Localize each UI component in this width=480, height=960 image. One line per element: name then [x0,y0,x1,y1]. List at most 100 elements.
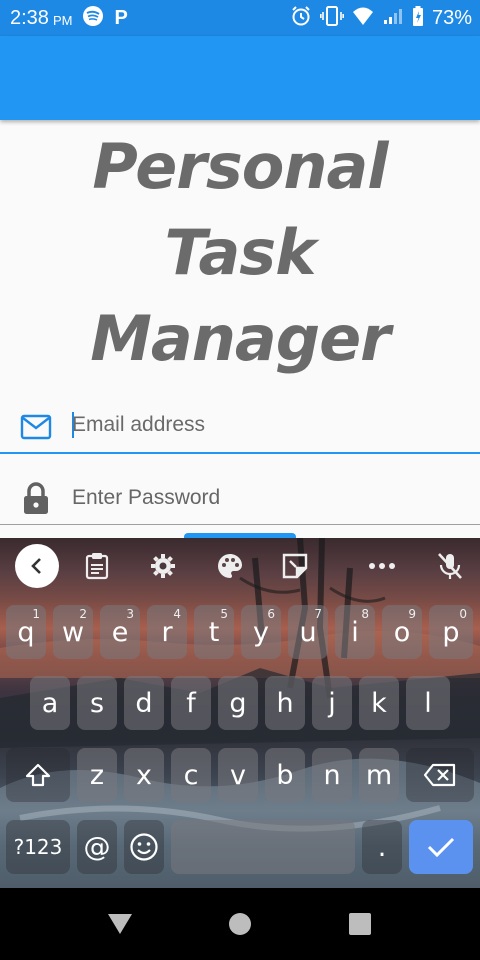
key-c[interactable]: c [171,748,211,802]
check-icon [427,837,455,858]
theme-button[interactable] [208,544,252,588]
lock-icon [22,482,50,520]
keyboard-collapse-button[interactable] [15,544,59,588]
key-p[interactable]: p0 [429,605,473,659]
key-m[interactable]: m [359,748,399,802]
key-f[interactable]: f [171,676,211,730]
key-label: o [393,616,411,648]
home-button[interactable] [226,910,254,938]
key-u[interactable]: u7 [288,605,328,659]
password-field[interactable]: Enter Password [0,468,480,532]
app-title: Personal Task Manager [0,124,480,382]
mail-icon [20,414,52,444]
settings-button[interactable] [141,544,185,588]
p-icon: P [114,6,128,29]
backspace-key[interactable] [406,748,474,802]
title-line-2: Task [164,216,317,289]
key-label: i [351,616,359,648]
voice-input-button[interactable] [428,544,472,588]
symbols-key[interactable]: ?123 [6,820,70,874]
triangle-down-icon [108,914,132,934]
key-a[interactable]: a [30,676,70,730]
key-t[interactable]: t5 [194,605,234,659]
key-hint: 0 [459,607,467,621]
clipboard-button[interactable] [75,544,119,588]
clipboard-icon [85,553,109,580]
sticker-button[interactable] [273,544,317,588]
emoji-key[interactable] [124,820,164,874]
password-underline [0,524,480,525]
key-hint: 7 [314,607,322,621]
key-hint: 9 [408,607,416,621]
app-bar [0,36,480,120]
key-z[interactable]: z [77,748,117,802]
shift-icon [25,763,51,787]
key-label: u [299,616,317,648]
keyboard: q1 w2 e3 r4 t5 y6 u7 i8 o9 p0 a s d f g … [0,538,480,888]
key-hint: 3 [126,607,134,621]
recents-button[interactable] [346,910,374,938]
period-key[interactable]: . [362,820,402,874]
key-label: q [17,616,35,648]
key-label: t [208,616,220,648]
key-y[interactable]: y6 [241,605,281,659]
key-x[interactable]: x [124,748,164,802]
keyboard-toolbar [0,538,480,596]
chevron-left-icon [31,558,41,574]
key-n[interactable]: n [312,748,352,802]
key-w[interactable]: w2 [53,605,93,659]
key-hint: 8 [361,607,369,621]
back-button[interactable] [106,910,134,938]
email-placeholder: Email address [72,413,206,436]
key-g[interactable]: g [218,676,258,730]
mic-off-icon [438,553,462,579]
key-j[interactable]: j [312,676,352,730]
palette-icon [218,554,242,578]
key-o[interactable]: o9 [382,605,422,659]
email-field[interactable]: Email address [0,396,480,460]
key-q[interactable]: q1 [6,605,46,659]
key-hint: 1 [32,607,40,621]
email-underline [0,452,480,454]
title-line-3: Manager [90,302,391,375]
alarm-icon [290,5,312,31]
navigation-bar [0,888,480,960]
space-key[interactable] [171,820,355,874]
enter-key[interactable] [409,820,473,874]
battery-icon [412,5,424,31]
key-l[interactable]: l [406,676,450,730]
shift-key[interactable] [6,748,70,802]
status-time: 2:38 [10,6,49,29]
key-s[interactable]: s [77,676,117,730]
key-hint: 5 [220,607,228,621]
battery-percent: 73% [431,6,472,29]
gear-icon [151,554,175,578]
password-placeholder: Enter Password [72,486,221,509]
vibrate-icon [319,5,344,31]
title-line-1: Personal [92,130,388,203]
more-options-button[interactable] [360,544,404,588]
key-e[interactable]: e3 [100,605,140,659]
key-hint: 6 [267,607,275,621]
key-v[interactable]: v [218,748,258,802]
status-ampm: PM [52,12,73,28]
signal-icon [382,6,404,30]
key-label: p [442,616,460,648]
key-k[interactable]: k [359,676,399,730]
wifi-icon [352,6,374,30]
key-i[interactable]: i8 [335,605,375,659]
at-key[interactable]: @ [77,820,117,874]
key-label: w [61,616,85,648]
key-label: y [253,616,269,648]
key-r[interactable]: r4 [147,605,187,659]
status-bar: 2:38 PM P 73% [0,0,480,36]
key-d[interactable]: d [124,676,164,730]
key-label: e [111,616,129,648]
emoji-icon [130,833,158,861]
key-hint: 4 [173,607,181,621]
backspace-icon [423,763,456,787]
key-b[interactable]: b [265,748,305,802]
circle-icon [229,913,251,935]
key-label: r [161,616,173,648]
key-h[interactable]: h [265,676,305,730]
